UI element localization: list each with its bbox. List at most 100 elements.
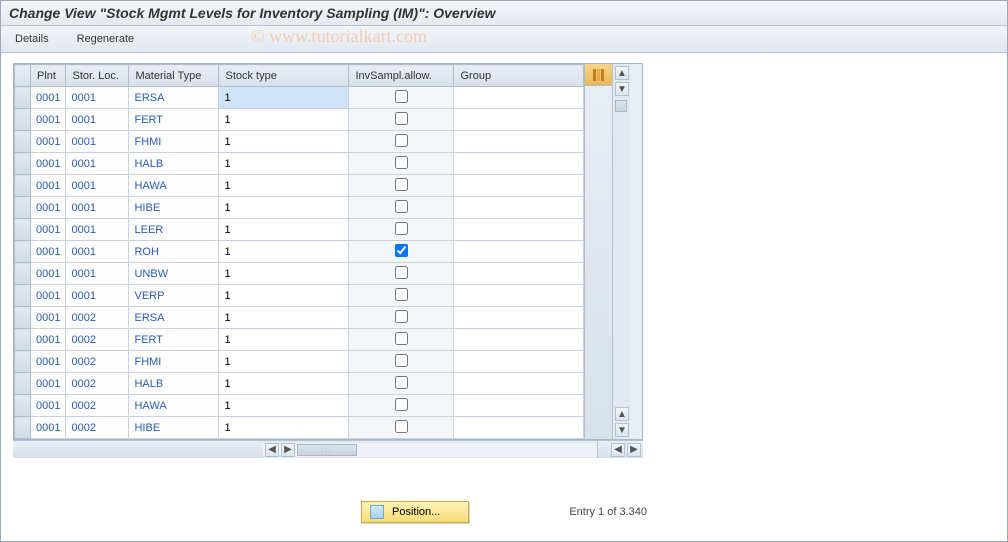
cell-invsampl-allow[interactable]: [349, 417, 454, 439]
cell-stock-type[interactable]: 1: [219, 417, 349, 439]
cell-storage-loc[interactable]: 0001: [66, 175, 129, 197]
row-selector[interactable]: [15, 307, 31, 329]
cell-material-type[interactable]: UNBW: [129, 263, 219, 285]
cell-storage-loc[interactable]: 0002: [66, 395, 129, 417]
cell-group[interactable]: [454, 241, 584, 263]
table-row[interactable]: 00010001VERP1: [15, 285, 584, 307]
table-row[interactable]: 00010001HALB1: [15, 153, 584, 175]
cell-storage-loc[interactable]: 0002: [66, 329, 129, 351]
col-header-invsampl-allow[interactable]: InvSampl.allow.: [349, 65, 454, 87]
cell-storage-loc[interactable]: 0001: [66, 131, 129, 153]
row-selector[interactable]: [15, 285, 31, 307]
invsampl-checkbox[interactable]: [395, 222, 408, 235]
cell-plant[interactable]: 0001: [31, 109, 66, 131]
invsampl-checkbox[interactable]: [395, 90, 408, 103]
row-selector[interactable]: [15, 263, 31, 285]
cell-invsampl-allow[interactable]: [349, 219, 454, 241]
invsampl-checkbox[interactable]: [395, 266, 408, 279]
cell-stock-type[interactable]: 1: [219, 175, 349, 197]
cell-storage-loc[interactable]: 0001: [66, 219, 129, 241]
table-row[interactable]: 00010002HALB1: [15, 373, 584, 395]
cell-stock-type[interactable]: 1: [219, 197, 349, 219]
cell-storage-loc[interactable]: 0001: [66, 109, 129, 131]
cell-plant[interactable]: 0001: [31, 175, 66, 197]
cell-material-type[interactable]: ROH: [129, 241, 219, 263]
cell-material-type[interactable]: VERP: [129, 285, 219, 307]
cell-plant[interactable]: 0001: [31, 285, 66, 307]
cell-stock-type[interactable]: 1: [219, 285, 349, 307]
table-row[interactable]: 00010002FERT1: [15, 329, 584, 351]
cell-material-type[interactable]: HAWA: [129, 395, 219, 417]
cell-plant[interactable]: 0001: [31, 87, 66, 109]
invsampl-checkbox[interactable]: [395, 376, 408, 389]
cell-invsampl-allow[interactable]: [349, 329, 454, 351]
cell-storage-loc[interactable]: 0001: [66, 241, 129, 263]
col-header-group[interactable]: Group: [454, 65, 584, 87]
cell-material-type[interactable]: HIBE: [129, 417, 219, 439]
horizontal-scrollbar[interactable]: ◀ ▶ ::: ◀ ▶: [13, 440, 643, 458]
scroll-left-icon[interactable]: ◀: [265, 443, 279, 457]
cell-invsampl-allow[interactable]: [349, 109, 454, 131]
hscroll-thumb[interactable]: :::: [297, 444, 357, 456]
cell-group[interactable]: [454, 307, 584, 329]
invsampl-checkbox[interactable]: [395, 178, 408, 191]
invsampl-checkbox[interactable]: [395, 244, 408, 257]
cell-material-type[interactable]: HALB: [129, 153, 219, 175]
invsampl-checkbox[interactable]: [395, 354, 408, 367]
row-selector[interactable]: [15, 175, 31, 197]
row-selector[interactable]: [15, 197, 31, 219]
table-row[interactable]: 00010001FERT1: [15, 109, 584, 131]
cell-invsampl-allow[interactable]: [349, 263, 454, 285]
cell-plant[interactable]: 0001: [31, 153, 66, 175]
cell-invsampl-allow[interactable]: [349, 131, 454, 153]
scroll-right-step-icon[interactable]: ▶: [281, 443, 295, 457]
table-row[interactable]: 00010001ROH1: [15, 241, 584, 263]
row-selector[interactable]: [15, 131, 31, 153]
cell-plant[interactable]: 0001: [31, 197, 66, 219]
cell-stock-type[interactable]: 1: [219, 87, 349, 109]
cell-plant[interactable]: 0001: [31, 351, 66, 373]
table-row[interactable]: 00010001ERSA1: [15, 87, 584, 109]
cell-stock-type[interactable]: 1: [219, 351, 349, 373]
hscroll-track[interactable]: ◀ ▶ :::: [263, 443, 597, 457]
invsampl-checkbox[interactable]: [395, 134, 408, 147]
cell-material-type[interactable]: HIBE: [129, 197, 219, 219]
row-selector[interactable]: [15, 351, 31, 373]
col-header-plant[interactable]: Plnt: [31, 65, 66, 87]
table-row[interactable]: 00010001HIBE1: [15, 197, 584, 219]
cell-material-type[interactable]: FERT: [129, 329, 219, 351]
data-grid[interactable]: Plnt Stor. Loc. Material Type Stock type…: [14, 64, 584, 439]
cell-group[interactable]: [454, 219, 584, 241]
cell-material-type[interactable]: FERT: [129, 109, 219, 131]
row-selector[interactable]: [15, 329, 31, 351]
position-button[interactable]: Position...: [361, 501, 469, 523]
cell-invsampl-allow[interactable]: [349, 175, 454, 197]
cell-stock-type[interactable]: 1: [219, 395, 349, 417]
vertical-scrollbar[interactable]: ▲ ▼ ▲ ▼: [612, 64, 630, 439]
cell-plant[interactable]: 0001: [31, 395, 66, 417]
cell-stock-type[interactable]: 1: [219, 307, 349, 329]
row-selector[interactable]: [15, 241, 31, 263]
invsampl-checkbox[interactable]: [395, 288, 408, 301]
cell-invsampl-allow[interactable]: [349, 307, 454, 329]
row-selector[interactable]: [15, 153, 31, 175]
cell-group[interactable]: [454, 395, 584, 417]
cell-storage-loc[interactable]: 0002: [66, 417, 129, 439]
cell-group[interactable]: [454, 329, 584, 351]
cell-material-type[interactable]: FHMI: [129, 351, 219, 373]
cell-group[interactable]: [454, 153, 584, 175]
cell-group[interactable]: [454, 351, 584, 373]
col-header-storage-loc[interactable]: Stor. Loc.: [66, 65, 129, 87]
cell-plant[interactable]: 0001: [31, 219, 66, 241]
cell-material-type[interactable]: HALB: [129, 373, 219, 395]
cell-material-type[interactable]: ERSA: [129, 307, 219, 329]
row-selector[interactable]: [15, 417, 31, 439]
table-row[interactable]: 00010002FHMI1: [15, 351, 584, 373]
cell-stock-type[interactable]: 1: [219, 153, 349, 175]
cell-stock-type[interactable]: 1: [219, 263, 349, 285]
scroll-up-step-icon[interactable]: ▲: [615, 407, 629, 421]
invsampl-checkbox[interactable]: [395, 112, 408, 125]
cell-group[interactable]: [454, 263, 584, 285]
table-row[interactable]: 00010001LEER1: [15, 219, 584, 241]
cell-invsampl-allow[interactable]: [349, 153, 454, 175]
